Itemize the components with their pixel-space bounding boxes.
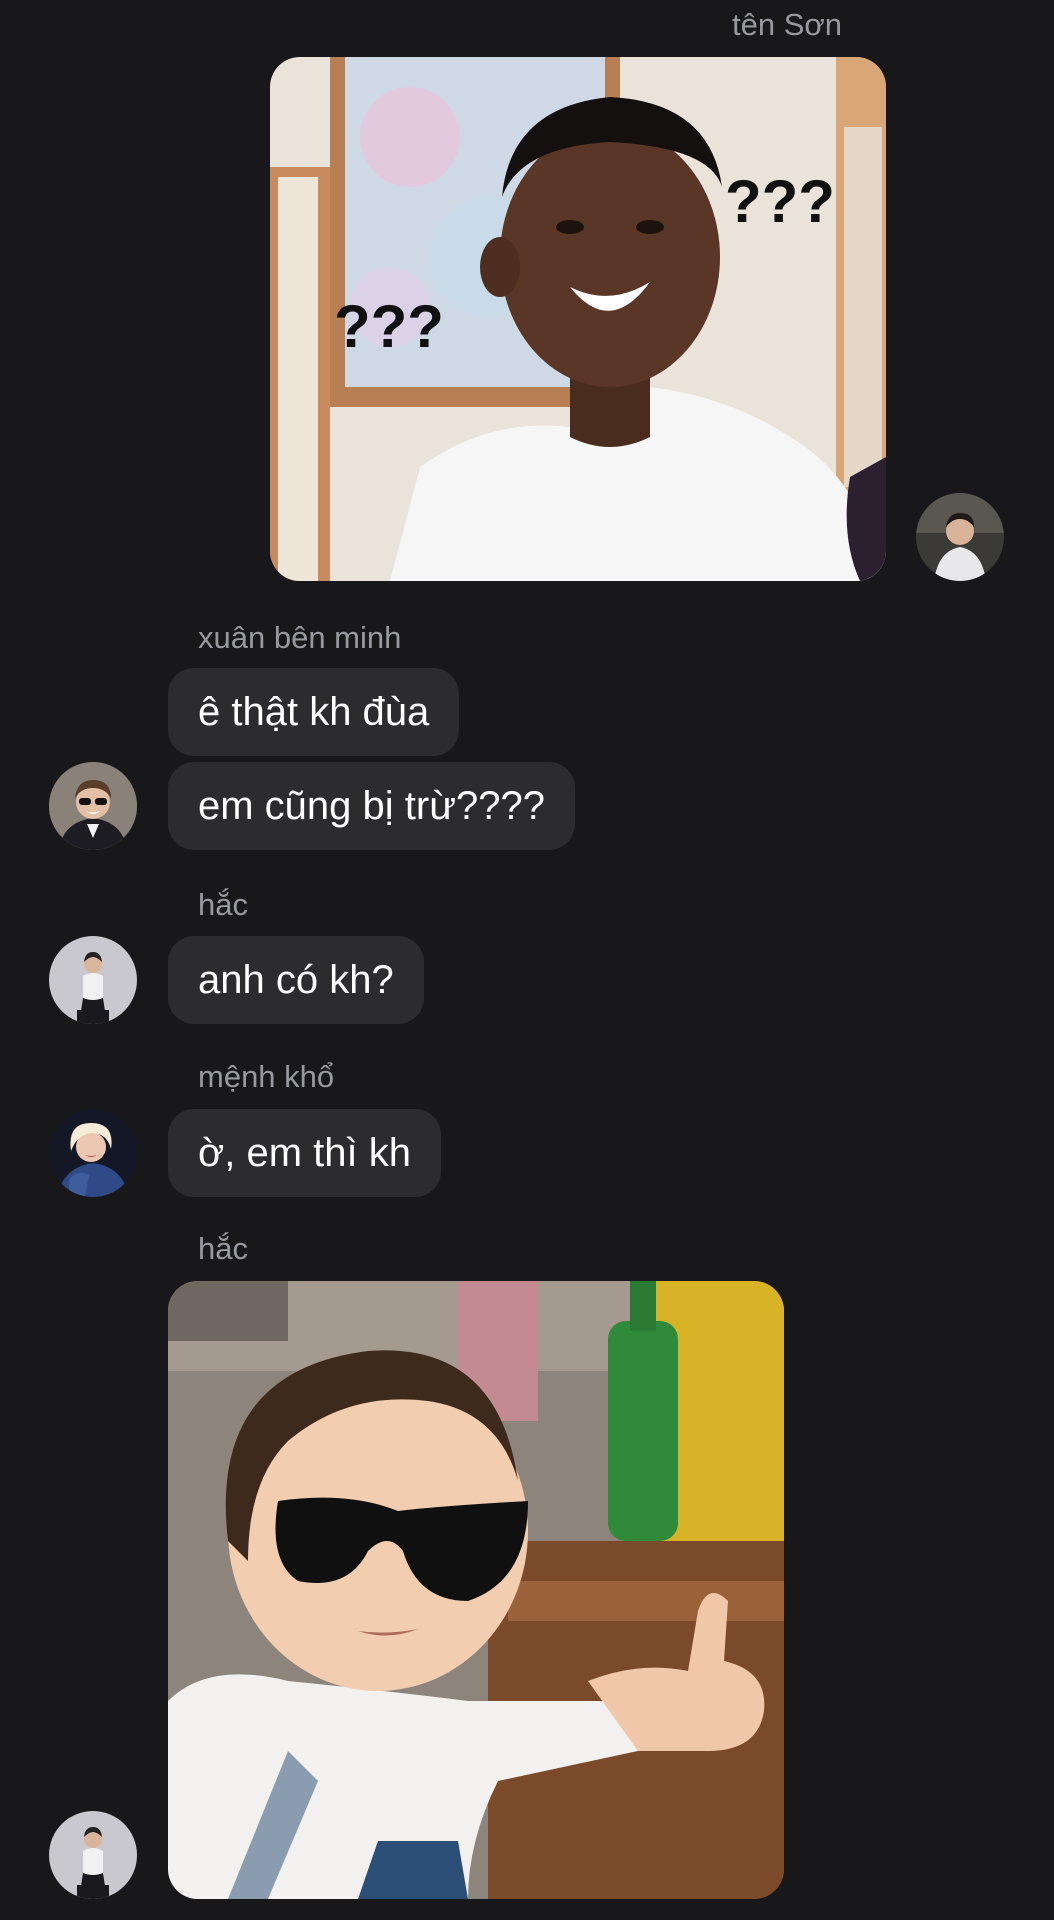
chat-thread: tên Sơn ??? ??? xuân bên minh ê thật kh … xyxy=(0,0,1054,1920)
avatar[interactable] xyxy=(49,762,137,850)
sender-name: hắc xyxy=(198,1231,248,1266)
sender-name: mệnh khổ xyxy=(198,1059,335,1094)
message-bubble[interactable]: anh có kh? xyxy=(168,936,424,1024)
overlay-text-left: ??? xyxy=(334,293,444,360)
avatar[interactable] xyxy=(916,493,1004,581)
avatar[interactable] xyxy=(49,1811,137,1899)
overlay-text-right: ??? xyxy=(725,168,835,235)
message-bubble[interactable]: em cũng bị trừ???? xyxy=(168,762,575,850)
avatar[interactable] xyxy=(49,936,137,1024)
message-bubble[interactable]: ờ, em thì kh xyxy=(168,1109,441,1197)
sender-name: hắc xyxy=(198,887,248,922)
meme-image-baby-sunglasses[interactable] xyxy=(168,1281,784,1899)
avatar[interactable] xyxy=(49,1109,137,1197)
message-bubble[interactable]: ê thật kh đùa xyxy=(168,668,460,756)
meme-image-confused[interactable]: ??? ??? xyxy=(270,57,886,581)
sender-name: xuân bên minh xyxy=(198,620,402,655)
sender-name: tên Sơn xyxy=(732,7,842,42)
